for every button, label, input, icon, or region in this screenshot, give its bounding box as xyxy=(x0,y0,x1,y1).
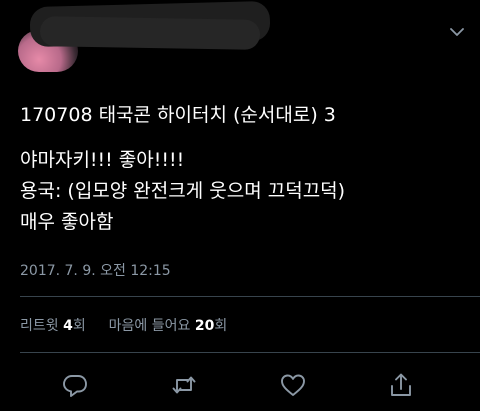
heart-icon[interactable] xyxy=(278,370,308,400)
retweets-unit: 회 xyxy=(72,318,86,334)
retweet-icon[interactable] xyxy=(169,370,199,400)
retweets-stat[interactable]: 리트윗 4회 xyxy=(20,318,90,334)
tweet-header xyxy=(0,0,480,80)
chevron-down-icon[interactable] xyxy=(450,22,464,36)
tweet-text-line: 용국: (입모양 완전크게 웃으며 끄덕끄덕) xyxy=(20,180,346,202)
retweets-label: 리트윗 xyxy=(20,318,59,334)
tweet-text-line: 야마자키!!! 좋아!!!! xyxy=(20,149,185,171)
tweet-text: 170708 태국콘 하이터치 (순서대로) 3 야마자키!!! 좋아!!!! … xyxy=(20,100,460,238)
reply-icon[interactable] xyxy=(60,370,90,400)
divider xyxy=(20,296,480,297)
redacted-author-handle xyxy=(39,16,261,50)
share-icon[interactable] xyxy=(386,370,416,400)
likes-stat[interactable]: 마음에 들어요 20회 xyxy=(109,318,228,334)
tweet-actions xyxy=(0,366,480,406)
tweet-stats: 리트윗 4회 마음에 들어요 20회 xyxy=(20,315,227,335)
tweet-timestamp[interactable]: 2017. 7. 9. 오전 12:15 xyxy=(20,260,171,280)
likes-count: 20 xyxy=(194,318,215,334)
likes-unit: 회 xyxy=(214,318,228,334)
retweets-count: 4 xyxy=(63,318,73,334)
tweet-detail: 170708 태국콘 하이터치 (순서대로) 3 야마자키!!! 좋아!!!! … xyxy=(0,0,480,411)
likes-label: 마음에 들어요 xyxy=(108,318,191,334)
divider xyxy=(20,352,480,353)
tweet-text-line: 매우 좋아함 xyxy=(20,211,114,233)
tweet-text-line: 170708 태국콘 하이터치 (순서대로) 3 xyxy=(20,104,336,126)
